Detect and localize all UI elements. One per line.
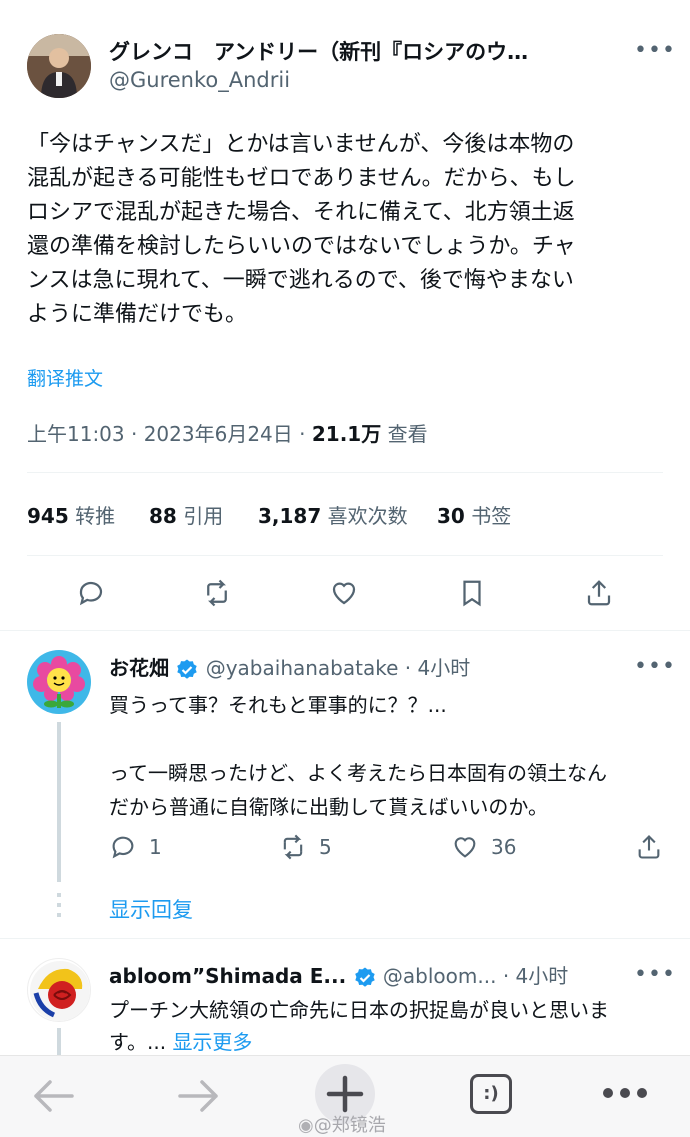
thread-line bbox=[57, 722, 61, 882]
thread-dots bbox=[57, 893, 61, 923]
reply-line: す。... 显示更多 bbox=[109, 1026, 669, 1058]
divider bbox=[27, 472, 663, 473]
reply1-reply-button[interactable]: 1 bbox=[109, 833, 162, 861]
verified-badge-icon bbox=[177, 659, 198, 679]
views-count: 21.1万 bbox=[311, 422, 382, 446]
back-arrow-icon bbox=[34, 1080, 74, 1112]
main-avatar[interactable] bbox=[27, 34, 91, 98]
watermark-text: @郑镜浩 bbox=[313, 1115, 386, 1136]
back-button[interactable] bbox=[30, 1076, 76, 1120]
stat-likes[interactable]: 3,187 喜欢次数 bbox=[258, 500, 408, 529]
reply2-header: abloom”Shimada E... @abloom... · 4小时 bbox=[109, 960, 568, 990]
forward-button[interactable] bbox=[176, 1076, 222, 1120]
tweet-line: ように準備だけでも。 bbox=[27, 302, 248, 327]
tweet-line: 「今はチャンスだ」とかは言いませんが、今後は本物の bbox=[27, 132, 575, 157]
tweet-line: 還の準備を検討したらいいのではないでしょうか。チャ bbox=[27, 234, 576, 259]
share-button[interactable] bbox=[584, 578, 614, 612]
retweet-icon bbox=[283, 834, 303, 860]
verified-badge-icon bbox=[354, 967, 375, 987]
retweet-icon bbox=[207, 579, 227, 607]
reply1-retweet-count: 5 bbox=[319, 835, 332, 859]
reply-line: 買うって事？それもと軍事的に？？... bbox=[109, 693, 447, 717]
tweet-line: ロシアで混乱が起きた場合、それに備えて、北方領土返 bbox=[27, 200, 575, 225]
views-label: 查看 bbox=[381, 422, 428, 446]
reply1-retweet-button[interactable]: 5 bbox=[279, 833, 332, 861]
bookmark-icon bbox=[463, 580, 481, 607]
bookmark-button[interactable] bbox=[457, 578, 487, 612]
show-replies-link[interactable]: 显示回复 bbox=[109, 894, 193, 924]
main-more-icon[interactable]: ••• bbox=[634, 38, 676, 63]
watermark: ◉@郑镜浩 bbox=[298, 1111, 386, 1137]
reply-line: だから普通に自衛隊に出動して貰えばいいのか。 bbox=[109, 795, 548, 819]
bookmark-count: 30 bbox=[437, 504, 465, 528]
thread-line bbox=[57, 1028, 61, 1058]
reply-button[interactable] bbox=[76, 578, 106, 612]
reply-icon bbox=[79, 581, 103, 606]
bookmark-label: 书签 bbox=[471, 504, 512, 528]
reply1-reply-count: 1 bbox=[149, 835, 162, 859]
person-photo-icon bbox=[27, 34, 91, 98]
reply2-more-icon[interactable]: ••• bbox=[634, 962, 676, 987]
forward-arrow-icon bbox=[178, 1080, 218, 1112]
flower-avatar-icon bbox=[27, 650, 91, 714]
like-button[interactable] bbox=[329, 578, 359, 612]
divider bbox=[0, 938, 690, 939]
reply1-share-button[interactable] bbox=[635, 833, 663, 861]
translate-link[interactable]: 翻译推文 bbox=[27, 364, 103, 391]
divider bbox=[27, 555, 663, 556]
tweet-line: 混乱が起きる可能性もゼロでありません。だから、もし bbox=[27, 166, 576, 191]
reply1-like-count: 36 bbox=[491, 835, 517, 859]
retweet-count: 945 bbox=[27, 504, 69, 528]
reply2-time[interactable]: · 4小时 bbox=[503, 964, 568, 988]
share-icon bbox=[638, 835, 660, 859]
timestamp[interactable]: 上午11:03 · 2023年6月24日 · bbox=[27, 422, 312, 446]
reply1-header: お花畑 @yabaihanabatake · 4小时 bbox=[109, 652, 470, 682]
share-icon bbox=[587, 580, 611, 606]
main-tweet-text: 「今はチャンスだ」とかは言いませんが、今後は本物の 混乱が起きる可能性もゼロであ… bbox=[27, 128, 667, 332]
tweet-line: ンスは急に現れて、一瞬で逃れるので、後で悔やまない bbox=[27, 268, 574, 293]
reply2-display-name[interactable]: abloom”Shimada E... bbox=[109, 964, 346, 988]
main-handle[interactable]: @Gurenko_Andrii bbox=[109, 68, 290, 92]
show-more-link[interactable]: 显示更多 bbox=[172, 1030, 252, 1054]
bottom-toolbar: :) ◉@郑镜浩 bbox=[0, 1055, 690, 1137]
tabs-count: :) bbox=[483, 1083, 499, 1104]
divider bbox=[0, 630, 690, 631]
reply2-avatar[interactable] bbox=[27, 958, 91, 1022]
tabs-button[interactable]: :) bbox=[470, 1074, 512, 1114]
weibo-logo-icon: ◉ bbox=[298, 1115, 314, 1136]
menu-button[interactable] bbox=[602, 1078, 648, 1112]
reply-icon bbox=[112, 836, 134, 859]
tweet-meta: 上午11:03 · 2023年6月24日 · 21.1万 查看 bbox=[27, 418, 428, 447]
reply2-text-line2: す。... bbox=[109, 1030, 167, 1054]
reply1-more-icon[interactable]: ••• bbox=[634, 654, 676, 679]
heart-icon bbox=[454, 837, 476, 858]
reply-line: プーチン大統領の亡命先に日本の択捉島が良いと思いま bbox=[109, 998, 609, 1022]
reply1-display-name[interactable]: お花畑 bbox=[109, 656, 169, 680]
stat-quotes[interactable]: 88 引用 bbox=[149, 500, 223, 529]
retweet-button[interactable] bbox=[202, 578, 232, 612]
more-dots-icon bbox=[603, 1088, 647, 1098]
like-count: 3,187 bbox=[258, 504, 322, 528]
like-label: 喜欢次数 bbox=[327, 504, 408, 528]
stat-retweets[interactable]: 945 转推 bbox=[27, 500, 115, 529]
reply-line bbox=[109, 722, 669, 756]
reply1-avatar[interactable] bbox=[27, 650, 91, 714]
retweet-label: 转推 bbox=[75, 504, 116, 528]
reply1-like-button[interactable]: 36 bbox=[451, 833, 516, 861]
stat-bookmarks[interactable]: 30 书签 bbox=[437, 500, 511, 529]
quote-count: 88 bbox=[149, 504, 177, 528]
reply-line: って一瞬思ったけど、よく考えたら日本固有の領土なん bbox=[109, 761, 607, 785]
reply2-handle[interactable]: @abloom... bbox=[383, 964, 497, 988]
main-display-name[interactable]: グレンコ アンドリー（新刊『ロシアのウ… bbox=[109, 36, 528, 66]
rose-logo-icon bbox=[30, 961, 90, 1021]
reply1-handle[interactable]: @yabaihanabatake · 4小时 bbox=[206, 656, 470, 680]
reply2-text: プーチン大統領の亡命先に日本の択捉島が良いと思いま す。... 显示更多 bbox=[109, 994, 669, 1058]
reply1-text: 買うって事？それもと軍事的に？？... って一瞬思ったけど、よく考えたら日本固有… bbox=[109, 688, 669, 824]
heart-icon bbox=[332, 582, 356, 605]
quote-label: 引用 bbox=[183, 504, 224, 528]
